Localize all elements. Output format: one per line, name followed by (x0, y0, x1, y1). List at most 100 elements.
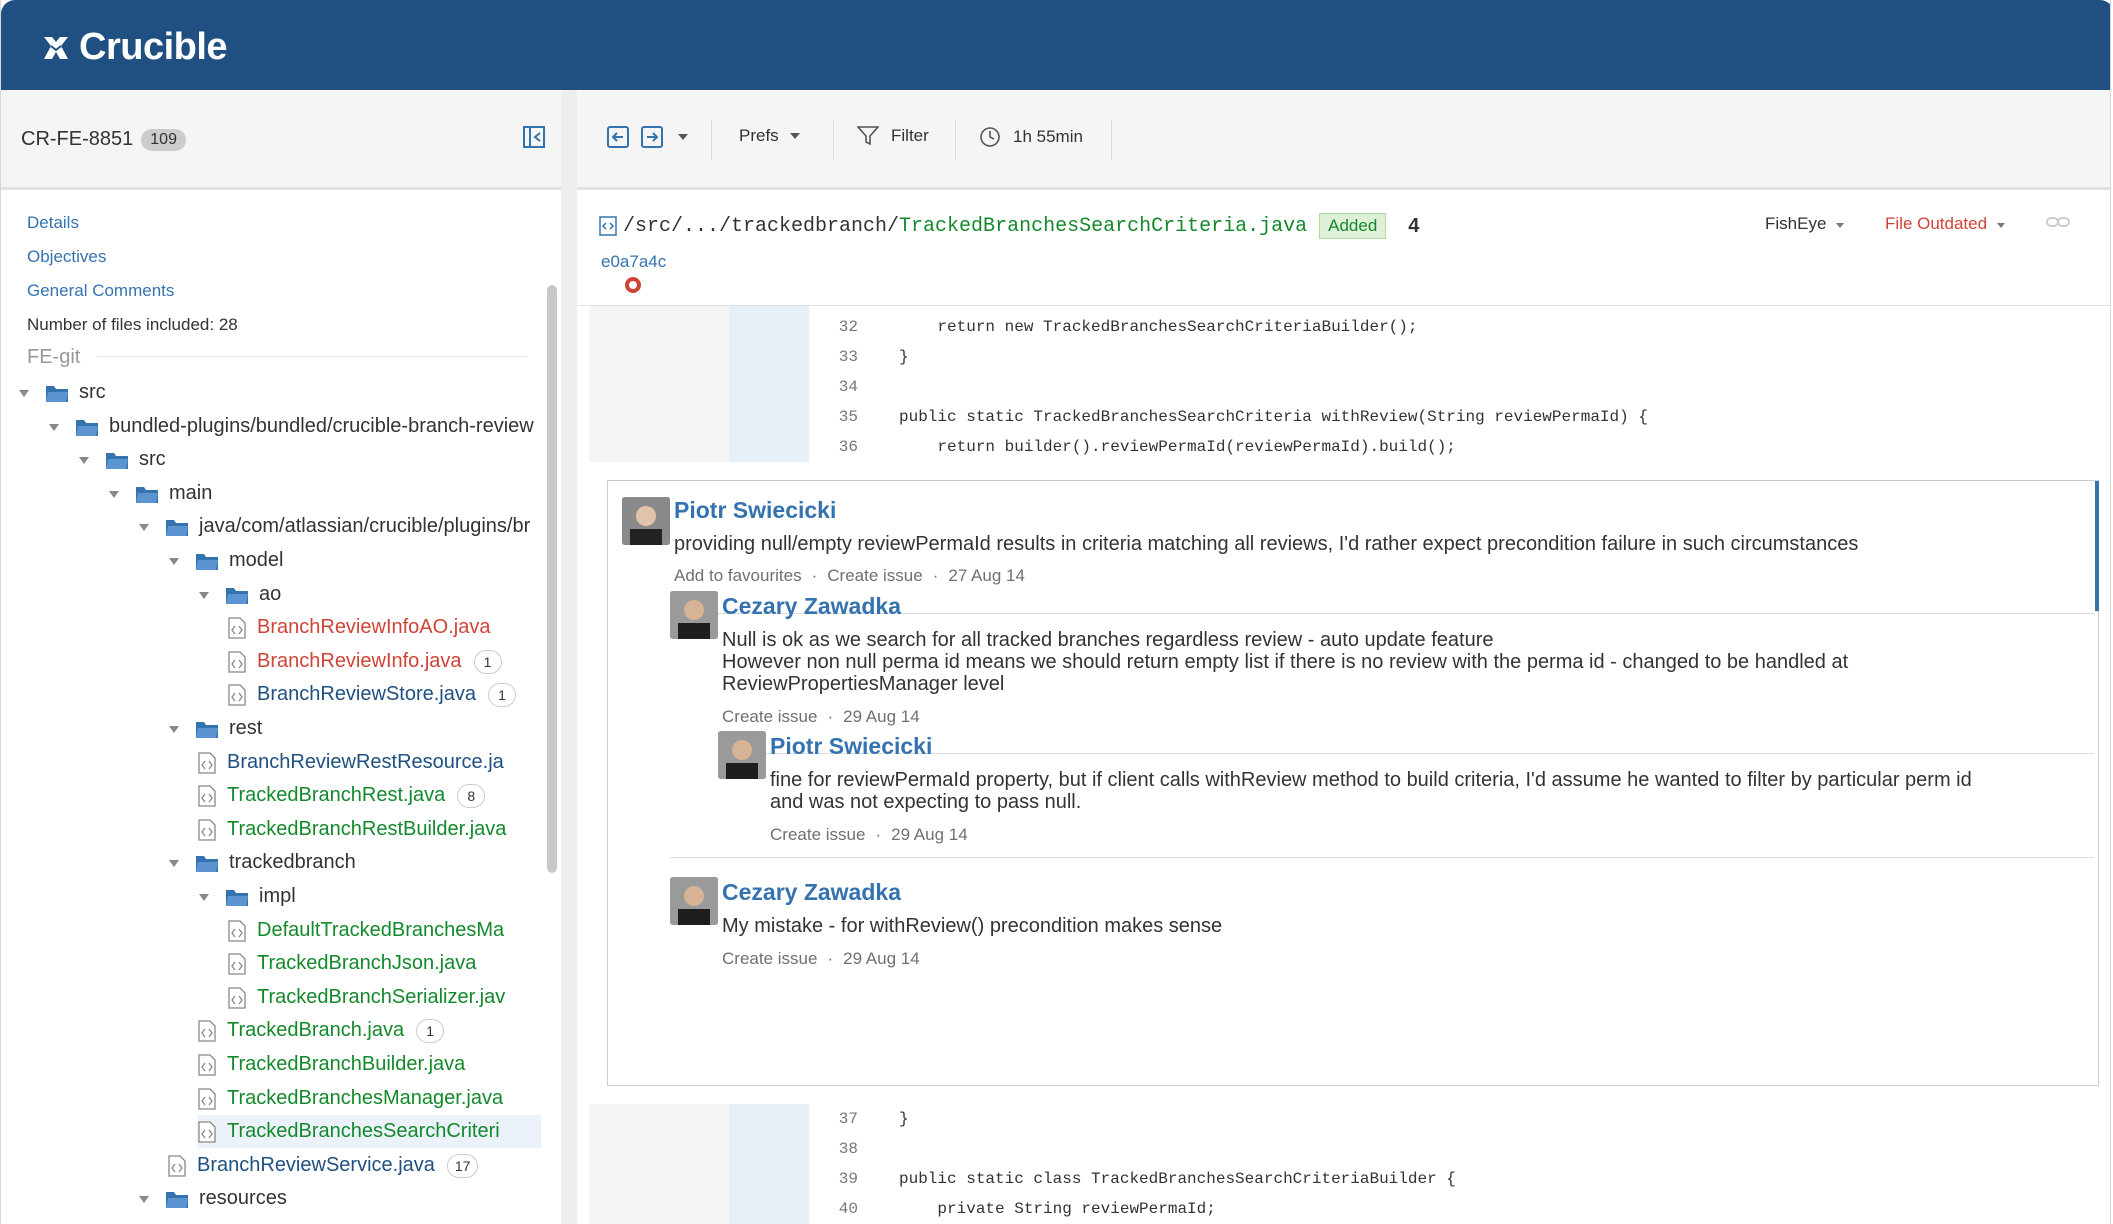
tree-folder[interactable]: trackedbranch (167, 846, 356, 879)
line-number[interactable]: 34 (814, 372, 858, 402)
line-number[interactable]: 39 (814, 1164, 858, 1194)
expand-triangle-icon[interactable] (137, 1192, 151, 1206)
tree-folder[interactable]: model (167, 544, 283, 577)
time-spent[interactable]: 1h 55min (979, 126, 1083, 148)
java-file-icon (198, 818, 216, 841)
nav-dropdown-icon[interactable] (677, 133, 689, 141)
avatar[interactable] (670, 877, 718, 925)
expand-triangle-icon[interactable] (167, 856, 181, 870)
java-file-icon (228, 616, 246, 639)
fisheye-menu[interactable]: FishEye (1765, 214, 1845, 234)
line-number[interactable]: 40 (814, 1194, 858, 1224)
tree-folder[interactable]: resources (137, 1182, 287, 1215)
comment-text: providing null/empty reviewPermaId resul… (674, 533, 1859, 555)
panel-splitter[interactable] (561, 90, 577, 1224)
code-line[interactable]: 33} (589, 342, 2101, 372)
tree-item-label: BranchReviewRestResource.ja (227, 751, 504, 773)
tree-item-label: impl (259, 885, 296, 907)
source-file-icon (599, 216, 617, 236)
tree-file[interactable]: TrackedBranchJson.java (227, 947, 476, 980)
comment-author[interactable]: Piotr Swiecicki (770, 733, 932, 760)
tree-file[interactable]: BranchReviewInfo.java 1 (227, 645, 502, 678)
meta-dot: · (875, 825, 882, 844)
create-issue-link[interactable]: Create issue (722, 949, 817, 968)
tree-folder[interactable]: src (17, 376, 106, 409)
line-number[interactable]: 36 (814, 432, 858, 462)
comment-author[interactable]: Piotr Swiecicki (674, 497, 836, 524)
avatar[interactable] (622, 497, 670, 545)
code-line[interactable]: 32 return new TrackedBranchesSearchCrite… (589, 312, 2101, 342)
nav-general-comments-link[interactable]: General Comments (27, 274, 238, 308)
tree-file[interactable]: TrackedBranchRestBuilder.java (197, 813, 506, 846)
code-line[interactable]: 36 return builder().reviewPermaId(review… (589, 432, 2101, 462)
comment-author[interactable]: Cezary Zawadka (722, 879, 901, 906)
code-line[interactable]: 35 public static TrackedBranchesSearchCri… (589, 402, 2101, 432)
tree-file[interactable]: BranchReviewStore.java 1 (227, 678, 516, 711)
expand-triangle-icon[interactable] (77, 453, 91, 467)
tree-folder[interactable]: bundled-plugins/bundled/crucible-branch-… (47, 410, 534, 443)
line-number[interactable]: 35 (814, 402, 858, 432)
tree-file[interactable]: TrackedBranchBuilder.java (197, 1048, 465, 1081)
nav-details-link[interactable]: Details (27, 206, 238, 240)
tree-item-label: TrackedBranchesSearchCriteri (227, 1120, 500, 1142)
code-line[interactable]: 38 (589, 1134, 2101, 1164)
tree-file[interactable]: BranchReviewService.java 17 (167, 1149, 479, 1182)
tree-folder[interactable]: rest (167, 712, 262, 745)
collapse-sidebar-icon[interactable] (523, 126, 545, 148)
tree-folder[interactable]: main (107, 477, 212, 510)
review-nav: Details Objectives General Comments Numb… (27, 206, 238, 342)
file-outdated-menu[interactable]: File Outdated (1885, 214, 2006, 234)
expand-triangle-icon[interactable] (197, 890, 211, 904)
tree-folder[interactable]: java/com/atlassian/crucible/plugins/br (137, 510, 530, 543)
toolbar-divider (955, 120, 956, 160)
filter-button[interactable]: Filter (857, 126, 929, 146)
expand-triangle-icon[interactable] (167, 722, 181, 736)
revision-link[interactable]: e0a7a4c (601, 252, 666, 272)
prefs-menu[interactable]: Prefs (739, 126, 801, 146)
nav-objectives-link[interactable]: Objectives (27, 240, 238, 274)
expand-triangle-icon[interactable] (137, 520, 151, 534)
comment-text: My mistake - for withReview() preconditi… (722, 915, 1223, 937)
sidebar-scrollbar[interactable] (547, 285, 557, 873)
permalink-icon[interactable] (2045, 214, 2071, 230)
line-number[interactable]: 32 (814, 312, 858, 342)
code-text: return new TrackedBranchesSearchCriteria… (899, 318, 1418, 336)
tree-folder[interactable]: ao (197, 578, 281, 611)
tree-file[interactable]: TrackedBranchesManager.java (197, 1082, 503, 1115)
add-to-favourites-link[interactable]: Add to favourites (674, 566, 802, 585)
tree-file[interactable]: TrackedBranchRest.java 8 (197, 779, 486, 812)
file-name[interactable]: TrackedBranchesSearchCriteria.java (899, 215, 1307, 238)
tree-file[interactable]: TrackedBranchSerializer.jav (227, 981, 505, 1014)
code-line[interactable]: 39 public static class TrackedBranchesSea… (589, 1164, 2101, 1194)
create-issue-link[interactable]: Create issue (827, 566, 922, 585)
create-issue-link[interactable]: Create issue (770, 825, 865, 844)
tree-folder[interactable]: src (77, 443, 166, 476)
create-issue-link[interactable]: Create issue (722, 707, 817, 726)
tree-file[interactable]: BranchReviewRestResource.ja (197, 746, 504, 779)
tree-file[interactable]: TrackedBranch.java 1 (197, 1014, 445, 1047)
next-file-icon[interactable] (641, 126, 663, 148)
avatar[interactable] (718, 731, 766, 779)
expand-triangle-icon[interactable] (107, 487, 121, 501)
line-number[interactable]: 38 (814, 1134, 858, 1164)
avatar[interactable] (670, 591, 718, 639)
tree-folder[interactable]: impl (197, 880, 296, 913)
tree-file[interactable]: DefaultTrackedBranchesMa (227, 914, 504, 947)
repo-divider (97, 356, 527, 357)
expand-triangle-icon[interactable] (197, 588, 211, 602)
expand-triangle-icon[interactable] (47, 420, 61, 434)
tree-file[interactable]: TrackedBranchesSearchCriteri (197, 1115, 541, 1148)
previous-file-icon[interactable] (607, 126, 629, 148)
tree-file[interactable]: BranchReviewInfoAO.java (227, 611, 490, 644)
line-number[interactable]: 33 (814, 342, 858, 372)
line-number[interactable]: 37 (814, 1104, 858, 1134)
review-key[interactable]: CR-FE-8851 (21, 128, 133, 150)
expand-triangle-icon[interactable] (17, 386, 31, 400)
code-line[interactable]: 37} (589, 1104, 2101, 1134)
tree-item-label: BranchReviewInfoAO.java (257, 616, 491, 638)
code-line[interactable]: 40 private String reviewPermaId; (589, 1194, 2101, 1224)
crucible-logo[interactable]: Crucible (39, 26, 228, 69)
comment-author[interactable]: Cezary Zawadka (722, 593, 901, 620)
code-line[interactable]: 34 (589, 372, 2101, 402)
expand-triangle-icon[interactable] (167, 554, 181, 568)
